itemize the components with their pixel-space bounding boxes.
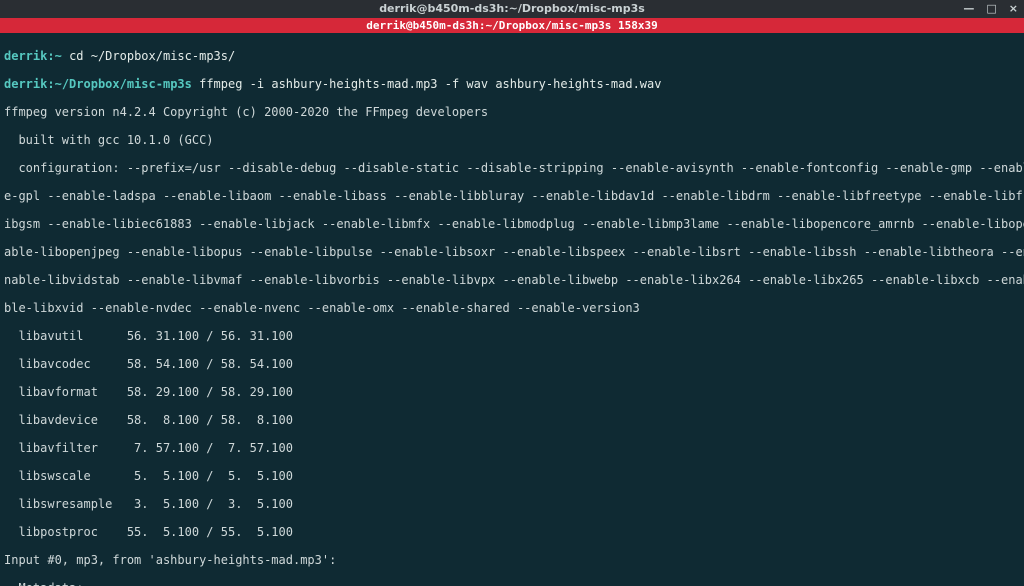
prompt-sep: : xyxy=(47,49,54,63)
output-line: able-libopenjpeg --enable-libopus --enab… xyxy=(4,245,1020,259)
output-line: built with gcc 10.1.0 (GCC) xyxy=(4,133,1020,147)
maximize-button[interactable]: □ xyxy=(986,2,996,16)
prompt-sep: : xyxy=(47,77,54,91)
output-line: libpostproc 55. 5.100 / 55. 5.100 xyxy=(4,525,1020,539)
output-line: libswresample 3. 5.100 / 3. 5.100 xyxy=(4,497,1020,511)
prompt-line-2: derrik:~/Dropbox/misc-mp3s ffmpeg -i ash… xyxy=(4,77,1020,91)
terminal-tabbar[interactable]: derrik@b450m-ds3h:~/Dropbox/misc-mp3s 15… xyxy=(0,18,1024,33)
prompt-user: derrik xyxy=(4,77,47,91)
output-line: configuration: --prefix=/usr --disable-d… xyxy=(4,161,1020,175)
output-line: libavfilter 7. 57.100 / 7. 57.100 xyxy=(4,441,1020,455)
prompt-space xyxy=(62,49,69,63)
output-line: ibgsm --enable-libiec61883 --enable-libj… xyxy=(4,217,1020,231)
output-line: libavformat 58. 29.100 / 58. 29.100 xyxy=(4,385,1020,399)
output-line: libavdevice 58. 8.100 / 58. 8.100 xyxy=(4,413,1020,427)
command-text: ffmpeg -i ashbury-heights-mad.mp3 -f wav… xyxy=(199,77,661,91)
close-button[interactable]: × xyxy=(1009,2,1018,16)
output-line: libavutil 56. 31.100 / 56. 31.100 xyxy=(4,329,1020,343)
window-title: derrik@b450m-ds3h:~/Dropbox/misc-mp3s xyxy=(379,2,645,16)
prompt-user: derrik xyxy=(4,49,47,63)
prompt-path: ~ xyxy=(55,49,62,63)
output-line: e-gpl --enable-ladspa --enable-libaom --… xyxy=(4,189,1020,203)
prompt-path: ~/Dropbox/misc-mp3s xyxy=(55,77,192,91)
prompt-line-1: derrik:~ cd ~/Dropbox/misc-mp3s/ xyxy=(4,49,1020,63)
output-line: ble-libxvid --enable-nvdec --enable-nven… xyxy=(4,301,1020,315)
minimize-button[interactable]: — xyxy=(963,2,974,16)
output-line: libswscale 5. 5.100 / 5. 5.100 xyxy=(4,469,1020,483)
window-controls: — □ × xyxy=(963,0,1018,18)
window-titlebar: derrik@b450m-ds3h:~/Dropbox/misc-mp3s — … xyxy=(0,0,1024,18)
terminal-tab-label: derrik@b450m-ds3h:~/Dropbox/misc-mp3s 15… xyxy=(366,19,657,33)
command-text: cd ~/Dropbox/misc-mp3s/ xyxy=(69,49,235,63)
output-line: libavcodec 58. 54.100 / 58. 54.100 xyxy=(4,357,1020,371)
output-line: Metadata: xyxy=(4,581,1020,586)
output-line: nable-libvidstab --enable-libvmaf --enab… xyxy=(4,273,1020,287)
terminal-body[interactable]: derrik:~ cd ~/Dropbox/misc-mp3s/ derrik:… xyxy=(0,33,1024,586)
output-line: Input #0, mp3, from 'ashbury-heights-mad… xyxy=(4,553,1020,567)
output-line: ffmpeg version n4.2.4 Copyright (c) 2000… xyxy=(4,105,1020,119)
